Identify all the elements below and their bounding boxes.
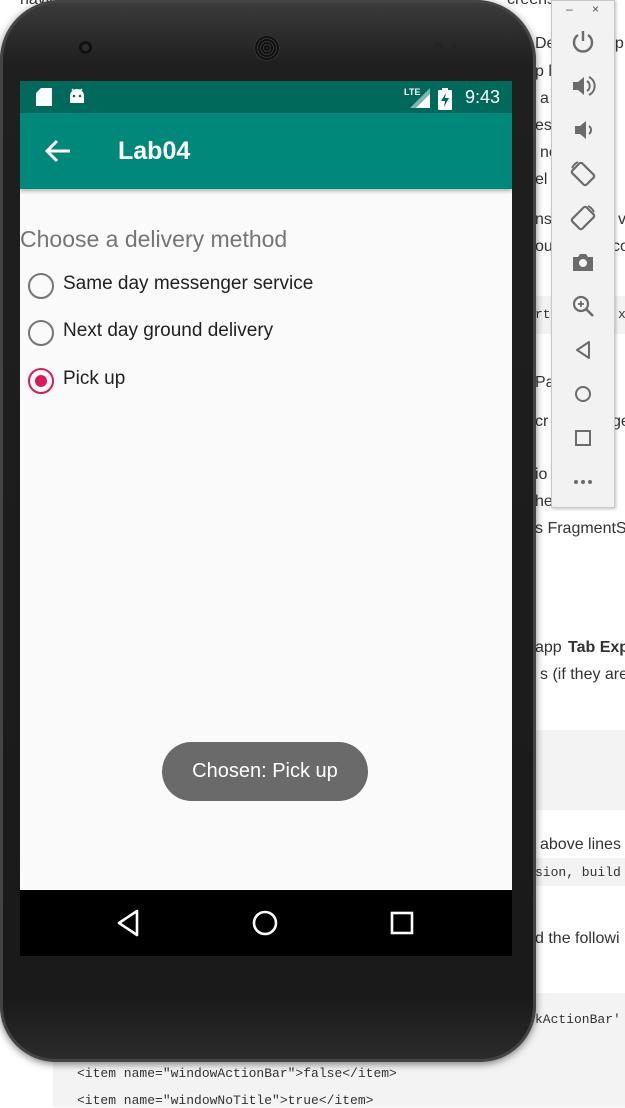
doc-text-line: ns xyxy=(535,211,552,228)
proximity-sensor xyxy=(433,42,443,52)
doc-text-line: a xyxy=(540,90,549,107)
front-camera xyxy=(79,41,92,54)
camera-icon[interactable] xyxy=(569,248,597,276)
home-icon[interactable] xyxy=(569,380,597,408)
doc-text-line: app xyxy=(535,639,562,656)
doc-code-line: rt xyxy=(535,307,551,322)
volume-up-icon[interactable] xyxy=(569,72,597,100)
doc-text-line: d the followi xyxy=(535,930,620,947)
device-screen: LTE 9:43 Lab04 Choose a delivery method … xyxy=(20,81,512,956)
overview-icon[interactable] xyxy=(569,424,597,452)
doc-text-line: el xyxy=(535,171,548,188)
cell-signal-icon xyxy=(410,88,430,108)
code-block xyxy=(535,730,625,810)
nav-home-icon[interactable] xyxy=(249,907,281,939)
doc-code-line: sion, build xyxy=(535,865,621,880)
doc-text-line: s (if they are xyxy=(540,666,625,683)
doc-text-line: v xyxy=(618,211,625,228)
radio-label[interactable]: Same day messenger service xyxy=(63,273,313,295)
doc-code-line: x xyxy=(618,307,625,322)
radio-next-day[interactable]: Next day ground delivery xyxy=(28,316,328,352)
doc-code-line: <item name="windowNoTitle">true</item> xyxy=(77,1093,374,1108)
nav-overview-icon[interactable] xyxy=(386,907,418,939)
android-debug-icon xyxy=(70,88,84,103)
radio-label[interactable]: Pick up xyxy=(63,368,125,390)
battery-charging-icon xyxy=(438,88,452,110)
navigation-bar xyxy=(20,890,512,956)
doc-text-line: Tab Exp xyxy=(568,639,625,656)
radio-button-icon[interactable] xyxy=(28,320,54,346)
zoom-icon[interactable] xyxy=(569,292,597,320)
back-arrow-icon[interactable] xyxy=(44,139,72,163)
doc-text-line: above lines xyxy=(540,836,621,853)
close-button[interactable]: × xyxy=(592,2,599,16)
doc-code-line: <item name="windowActionBar">false</item… xyxy=(77,1066,397,1081)
toast-message: Chosen: Pick up xyxy=(162,742,368,801)
emulator-toolbar: – × xyxy=(551,0,615,508)
radio-same-day[interactable]: Same day messenger service xyxy=(28,269,328,305)
earpiece-speaker xyxy=(254,35,280,61)
doc-text-line: cr xyxy=(535,413,549,430)
radio-button-icon[interactable] xyxy=(28,273,54,299)
toolbar-header: – × xyxy=(552,1,614,19)
light-sensor xyxy=(451,44,458,51)
rotate-right-icon[interactable] xyxy=(569,204,597,232)
radio-label[interactable]: Next day ground delivery xyxy=(63,320,273,342)
status-bar: LTE 9:43 xyxy=(20,81,512,113)
app-title: Lab04 xyxy=(118,137,191,165)
radio-pick-up[interactable]: Pick up xyxy=(28,364,328,400)
doc-code-line: kActionBar' xyxy=(535,1012,621,1027)
app-bar: Lab04 xyxy=(20,113,512,189)
doc-text-line: es xyxy=(535,117,552,134)
sd-card-icon xyxy=(36,88,52,106)
rotate-left-icon[interactable] xyxy=(569,160,597,188)
nav-back-icon[interactable] xyxy=(113,907,145,939)
volume-down-icon[interactable] xyxy=(569,116,597,144)
doc-text-line: p l xyxy=(535,63,552,80)
status-time: 9:43 xyxy=(464,87,500,107)
more-icon[interactable] xyxy=(569,468,597,496)
phone-frame: LTE 9:43 Lab04 Choose a delivery method … xyxy=(0,0,536,1062)
doc-text-line: s FragmentS xyxy=(535,520,625,537)
minimize-button[interactable]: – xyxy=(566,2,573,16)
delivery-prompt: Choose a delivery method xyxy=(20,226,288,252)
radio-button-checked-icon[interactable] xyxy=(28,368,54,394)
doc-text-line: io xyxy=(535,466,548,483)
power-icon[interactable] xyxy=(569,28,597,56)
back-icon[interactable] xyxy=(569,336,597,364)
